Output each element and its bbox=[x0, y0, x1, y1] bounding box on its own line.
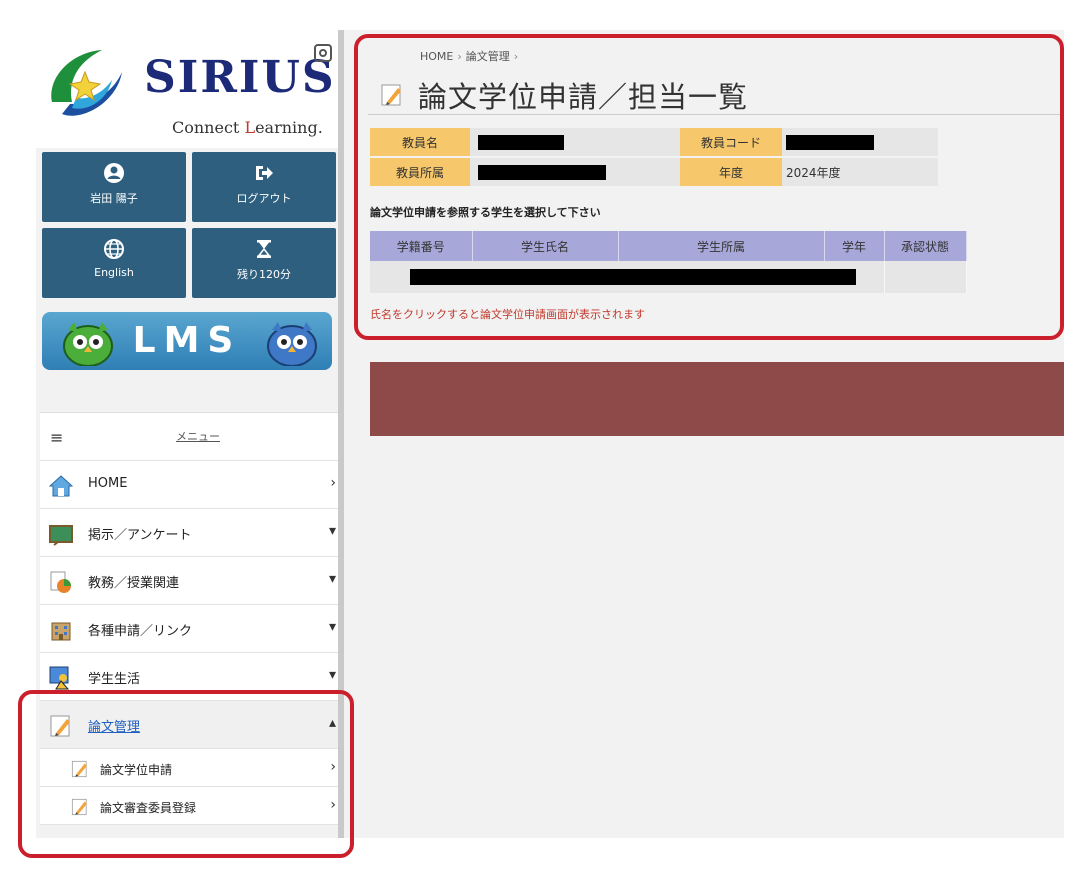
hint-text: 氏名をクリックすると論文学位申請画面が表示されます bbox=[370, 308, 645, 321]
logout-button[interactable]: ログアウト bbox=[192, 152, 336, 222]
menu-item-applications[interactable]: 各種申請／リンク ▾ bbox=[40, 605, 342, 653]
chevron-down-icon: ▾ bbox=[328, 571, 336, 587]
menu-item-label: 各種申請／リンク bbox=[88, 624, 193, 639]
menu-item-student-life[interactable]: 学生生活 ▾ bbox=[40, 653, 342, 701]
brand-name: SIRIUS bbox=[144, 52, 336, 103]
sirius-logo[interactable]: SIRIUS Connect Learning. bbox=[36, 30, 342, 148]
english-button[interactable]: English bbox=[42, 228, 186, 298]
redacted-student-cell[interactable] bbox=[370, 261, 885, 293]
chevron-right-icon: › bbox=[330, 797, 336, 813]
submenu-item-review-committee[interactable]: 論文審査委員登録 › bbox=[40, 787, 342, 825]
redacted-block bbox=[478, 164, 606, 180]
hourglass-icon bbox=[257, 240, 271, 258]
chevron-right-icon: › bbox=[330, 475, 336, 491]
user-icon bbox=[104, 163, 124, 183]
chevron-down-icon: ▾ bbox=[328, 619, 336, 635]
menu-item-label: 学生生活 bbox=[88, 672, 141, 687]
chevron-down-icon: ▾ bbox=[328, 667, 336, 683]
tagline-highlight: L bbox=[244, 118, 256, 137]
board-icon bbox=[49, 525, 73, 546]
hamburger-icon[interactable]: ≡ bbox=[50, 428, 63, 447]
chevron-right-icon: › bbox=[330, 759, 336, 775]
breadcrumb: HOME › 論文管理 › bbox=[420, 48, 522, 64]
menu-item-academic[interactable]: 教務／授業関連 ▾ bbox=[40, 557, 342, 605]
chevron-up-icon: ▴ bbox=[328, 715, 336, 731]
screenshot-icon[interactable] bbox=[314, 44, 332, 62]
globe-icon bbox=[104, 239, 124, 259]
column-header: 学年 bbox=[824, 231, 885, 261]
building-icon bbox=[51, 622, 71, 641]
table-header-row: 学籍番号 学生氏名 学生所属 学年 承認状態 bbox=[370, 231, 967, 261]
breadcrumb-separator: › bbox=[513, 50, 519, 63]
teacher-dept-value bbox=[470, 158, 680, 186]
teacher-code-value bbox=[782, 128, 938, 156]
approval-status-cell bbox=[884, 261, 967, 293]
year-label: 年度 bbox=[680, 158, 782, 186]
teacher-name-label: 教員名 bbox=[370, 128, 470, 156]
side-menu: ≡ メニュー HOME › 掲示／アンケート ▾ 教務／授業関連 ▾ 各種申請／… bbox=[40, 412, 342, 825]
redacted-block bbox=[410, 269, 856, 285]
menu-item-label: HOME bbox=[88, 476, 128, 491]
instruction-text: 論文学位申請を参照する学生を選択して下さい bbox=[370, 206, 601, 219]
session-timer: 残り120分 bbox=[192, 228, 336, 298]
pencil-icon bbox=[381, 84, 401, 106]
students-table: 学籍番号 学生氏名 学生所属 学年 承認状態 bbox=[370, 231, 967, 293]
english-label: English bbox=[94, 266, 134, 279]
blue-owl-icon bbox=[267, 322, 317, 366]
tagline-prefix: Connect bbox=[172, 118, 245, 137]
swirl-logo-icon bbox=[51, 50, 122, 116]
teacher-dept-label: 教員所属 bbox=[370, 158, 470, 186]
logout-icon bbox=[256, 166, 273, 180]
redacted-block bbox=[478, 134, 564, 150]
menu-header[interactable]: ≡ メニュー bbox=[40, 413, 342, 461]
table-row[interactable] bbox=[370, 261, 967, 293]
user-profile-button[interactable]: 岩田 陽子 bbox=[42, 152, 186, 222]
chevron-down-icon: ▾ bbox=[328, 523, 336, 539]
chart-icon bbox=[50, 571, 71, 593]
teacher-name-value bbox=[470, 128, 680, 156]
menu-item-label: 教務／授業関連 bbox=[88, 576, 180, 591]
pencil-icon bbox=[71, 760, 87, 778]
menu-header-label: メニュー bbox=[176, 430, 220, 443]
tagline-suffix: earning. bbox=[255, 118, 323, 137]
student-icon bbox=[49, 666, 70, 690]
teacher-info-table: 教員名 教員コード 教員所属 年度 2024年度 bbox=[370, 126, 938, 188]
menu-item-label: 論文管理 bbox=[88, 720, 141, 735]
user-name: 岩田 陽子 bbox=[90, 192, 138, 205]
menu-item-label: 掲示／アンケート bbox=[88, 528, 192, 543]
submenu-item-degree-application[interactable]: 論文学位申請 › bbox=[40, 749, 342, 787]
logout-label: ログアウト bbox=[236, 192, 292, 205]
column-header: 承認状態 bbox=[884, 231, 967, 261]
breadcrumb-thesis[interactable]: 論文管理 bbox=[466, 50, 510, 63]
brand-tagline: Connect Learning. bbox=[172, 118, 323, 137]
teacher-code-label: 教員コード bbox=[680, 128, 782, 156]
session-timer-label: 残り120分 bbox=[237, 268, 291, 281]
column-header: 学生氏名 bbox=[472, 231, 619, 261]
home-icon bbox=[48, 475, 74, 497]
page-title: 論文学位申請／担当一覧 bbox=[418, 80, 749, 114]
lms-button[interactable]: LMS bbox=[42, 312, 332, 370]
submenu-item-label: 論文審査委員登録 bbox=[100, 801, 197, 815]
breadcrumb-separator: › bbox=[457, 50, 462, 63]
column-header: 学生所属 bbox=[618, 231, 825, 261]
content-panel-bar bbox=[370, 362, 1064, 436]
submenu-item-label: 論文学位申請 bbox=[100, 763, 173, 777]
redacted-block bbox=[786, 134, 874, 150]
title-divider bbox=[368, 114, 1060, 115]
pencil-icon bbox=[50, 715, 70, 737]
pencil-icon bbox=[71, 798, 87, 816]
menu-item-board[interactable]: 掲示／アンケート ▾ bbox=[40, 509, 342, 557]
sidebar: SIRIUS Connect Learning. 岩田 陽子 ログアウト Eng… bbox=[36, 30, 342, 838]
year-value: 2024年度 bbox=[782, 158, 938, 186]
menu-item-home[interactable]: HOME › bbox=[40, 461, 342, 509]
breadcrumb-home[interactable]: HOME bbox=[420, 50, 453, 63]
menu-item-thesis[interactable]: 論文管理 ▴ bbox=[40, 701, 342, 749]
column-header: 学籍番号 bbox=[370, 231, 473, 261]
